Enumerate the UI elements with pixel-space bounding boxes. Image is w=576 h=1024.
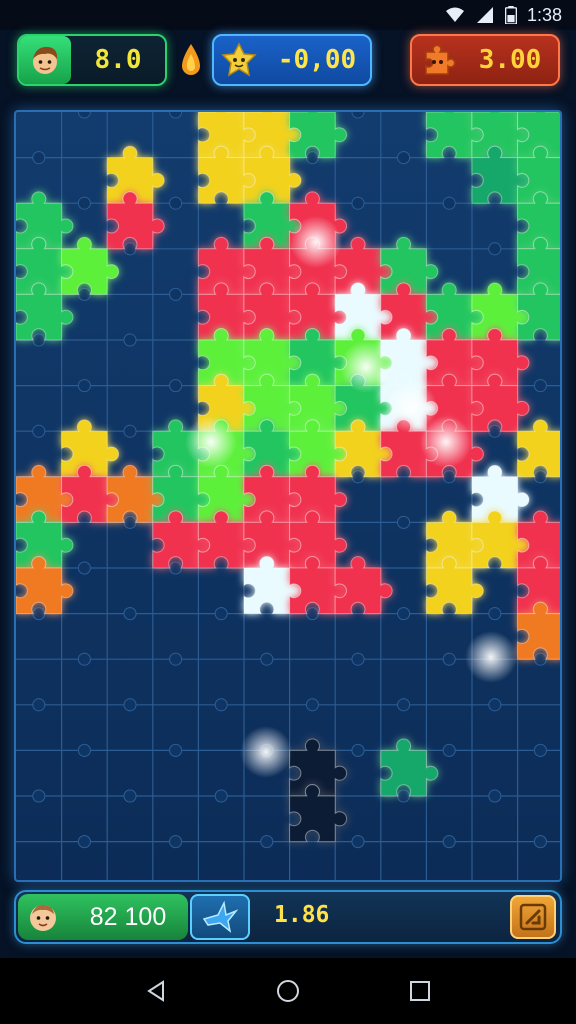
edit-button[interactable] bbox=[510, 895, 556, 939]
red-counter[interactable]: 3.00 bbox=[410, 34, 560, 86]
power-up-button[interactable] bbox=[190, 894, 250, 940]
bottom-hud: 82 100 1.86 bbox=[14, 890, 562, 944]
recents-button[interactable] bbox=[400, 971, 440, 1011]
glow-flare bbox=[240, 726, 292, 778]
home-button[interactable] bbox=[268, 971, 308, 1011]
glow-flare bbox=[340, 341, 392, 393]
player-value: 8.0 bbox=[94, 45, 142, 75]
blue-counter[interactable]: -0,00 bbox=[212, 34, 372, 86]
flame-drop-icon bbox=[182, 44, 200, 75]
battery-icon bbox=[504, 6, 517, 24]
score-value: 82 100 bbox=[89, 902, 167, 931]
signal-icon bbox=[476, 7, 493, 23]
home-icon bbox=[277, 980, 299, 1002]
puzzle-star-icon bbox=[221, 42, 257, 77]
clock: 1:38 bbox=[526, 4, 562, 25]
status-bar: 1:38 bbox=[0, 0, 576, 30]
puzzle-piece[interactable] bbox=[334, 556, 393, 615]
multiplier-value: 1.86 bbox=[274, 902, 330, 928]
player-avatar bbox=[19, 36, 71, 84]
puzzle-board[interactable] bbox=[14, 110, 562, 882]
top-hud: 8.0 -0,00 3.00 bbox=[0, 34, 576, 88]
recents-icon bbox=[410, 981, 430, 1001]
glow-flare bbox=[465, 631, 517, 683]
back-button[interactable] bbox=[136, 971, 176, 1011]
puzzle-piece[interactable] bbox=[380, 738, 439, 797]
glow-flare bbox=[185, 416, 237, 468]
bird-icon bbox=[202, 900, 239, 933]
wifi-icon bbox=[445, 7, 464, 22]
player-counter[interactable]: 8.0 bbox=[17, 34, 167, 86]
blue-value: -0,00 bbox=[277, 45, 357, 75]
score-counter[interactable]: 82 100 bbox=[18, 894, 188, 940]
red-value: 3.00 bbox=[478, 45, 542, 75]
edit-icon bbox=[519, 903, 547, 931]
back-icon bbox=[147, 980, 164, 1002]
glow-flare bbox=[290, 216, 342, 268]
baby-face-icon bbox=[30, 904, 56, 931]
puzzle-creature-icon bbox=[425, 44, 456, 75]
glow-flare bbox=[420, 416, 472, 468]
puzzle-grid[interactable] bbox=[16, 112, 562, 882]
navigation-bar bbox=[0, 958, 576, 1024]
boy-face-icon bbox=[33, 46, 58, 74]
puzzle-piece[interactable] bbox=[517, 419, 562, 478]
